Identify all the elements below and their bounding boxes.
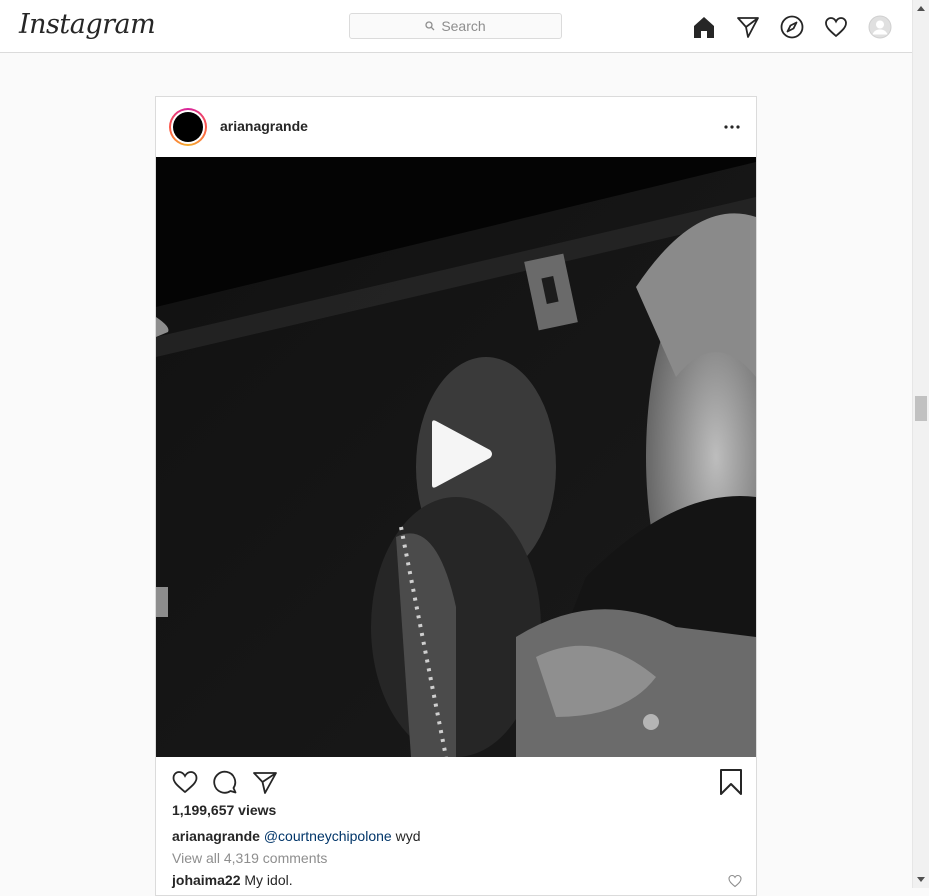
share-icon[interactable]: [250, 767, 280, 797]
search-icon: [425, 21, 435, 31]
play-icon[interactable]: [426, 419, 496, 489]
scroll-down-arrow-icon[interactable]: [917, 877, 925, 882]
post-header: arianagrande: [156, 97, 756, 157]
avatar: [173, 112, 203, 142]
post-caption: arianagrande @courtneychipolone wyd: [172, 828, 420, 844]
profile-icon[interactable]: [868, 15, 892, 39]
story-ring[interactable]: [169, 108, 207, 146]
scrollbar-thumb[interactable]: [915, 396, 927, 421]
view-all-comments-link[interactable]: View all 4,319 comments: [172, 850, 327, 866]
view-count[interactable]: 1,199,657 views: [172, 802, 276, 818]
caption-username[interactable]: arianagrande: [172, 828, 260, 844]
bookmark-icon[interactable]: [716, 767, 746, 797]
feed-post: arianagrande 1,199,657 views arianagrand…: [155, 96, 757, 896]
post-video[interactable]: [156, 157, 756, 757]
top-navigation-bar: Instagram Search: [0, 0, 912, 53]
comment-item: johaima22 My idol.: [172, 872, 742, 888]
activity-icon[interactable]: [824, 15, 848, 39]
comment-text: My idol.: [244, 872, 293, 888]
like-heart-icon[interactable]: [170, 767, 200, 797]
comment-like-heart-icon[interactable]: [728, 874, 742, 888]
post-actions: [170, 767, 742, 797]
search-placeholder: Search: [441, 18, 486, 34]
caption-mention[interactable]: @courtneychipolone: [264, 828, 392, 844]
nav-icons: [692, 15, 892, 39]
comment-icon[interactable]: [210, 767, 240, 797]
search-input[interactable]: Search: [349, 13, 562, 39]
post-username[interactable]: arianagrande: [220, 118, 308, 134]
caption-text: wyd: [395, 828, 421, 844]
home-icon[interactable]: [692, 15, 716, 39]
scroll-up-arrow-icon[interactable]: [917, 6, 925, 11]
vertical-scrollbar[interactable]: [912, 0, 929, 888]
explore-icon[interactable]: [780, 15, 804, 39]
direct-icon[interactable]: [736, 15, 760, 39]
more-options-icon[interactable]: [722, 117, 742, 137]
instagram-logo[interactable]: Instagram: [19, 9, 156, 40]
comment-username[interactable]: johaima22: [172, 872, 240, 888]
